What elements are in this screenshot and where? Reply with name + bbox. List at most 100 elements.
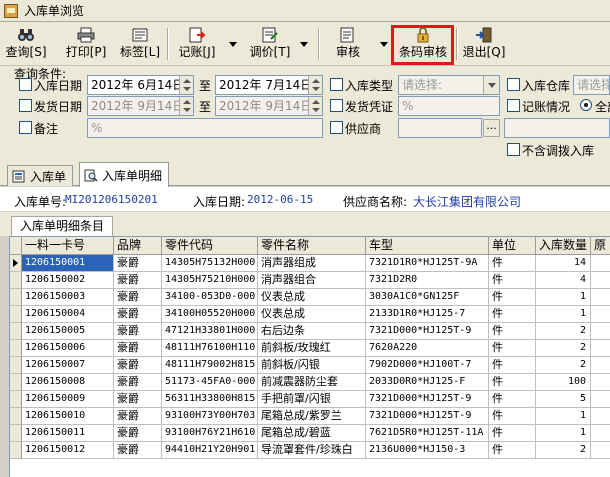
chevron-down-icon[interactable] — [483, 76, 499, 94]
table-cell — [591, 289, 610, 306]
table-row[interactable]: 1206150005 豪爵 47121H33801H000 右后边条 7321D000*… — [10, 323, 610, 340]
table-cell — [591, 374, 610, 391]
price-adjust-button[interactable]: 调价[T] — [246, 24, 294, 64]
spin-icon[interactable] — [179, 76, 193, 94]
table-cell: 2136U000*HJ150-3 — [366, 442, 489, 459]
print-button[interactable]: 打印[P] — [63, 24, 109, 64]
toolbar: 查询[S] 打印[P] 标签[L] 记账[J] 调价[T] 审核 条码审核 退出… — [0, 22, 610, 66]
column-header[interactable]: 一料一卡号 — [22, 237, 114, 255]
table-row[interactable]: 1206150010 豪爵 93100H73Y00H703 尾箱总成/紫罗兰 7321D… — [10, 408, 610, 425]
spin-icon[interactable] — [179, 97, 193, 115]
detail-grid[interactable]: 一料一卡号 品牌 零件代码 零件名称 车型 单位 入库数量原 1206150001 豪爵 143… — [9, 236, 610, 477]
table-cell: 4 — [536, 272, 591, 289]
table-cell: 尾箱总成/紫罗兰 — [258, 408, 366, 425]
table-row[interactable]: 1206150012 豪爵 94410H21Y20H901 导流罩套件/珍珠白 2136… — [10, 442, 610, 459]
ship-voucher-field[interactable]: % — [398, 96, 500, 116]
in-type-select[interactable]: 请选择: — [398, 75, 500, 95]
table-cell: 48111H76100H110 — [162, 340, 258, 357]
table-cell: 前减震器防尘套 — [258, 374, 366, 391]
post-button[interactable]: 记账[J] — [173, 24, 221, 64]
tab-detail-items[interactable]: 入库单明细条目 — [11, 216, 114, 236]
table-cell: 51173-45FA0-000 — [162, 374, 258, 391]
table-row[interactable]: 1206150009 豪爵 56311H33800H815 手把前罩/闪银 7321D0… — [10, 391, 610, 408]
audit-dropdown-icon[interactable] — [380, 42, 388, 47]
row-indicator[interactable] — [10, 391, 22, 408]
label-button[interactable]: 标签[L] — [117, 24, 163, 64]
post-status-all-radio[interactable] — [580, 99, 592, 111]
table-cell — [591, 408, 610, 425]
table-cell: 48111H79002H815 — [162, 357, 258, 374]
row-indicator[interactable] — [10, 425, 22, 442]
spin-icon[interactable] — [308, 97, 322, 115]
table-row[interactable]: 1206150001 豪爵 14305H75132H000 消声器组成 7321D1R0… — [10, 255, 610, 272]
table-cell: 7902D000*HJ100T-7 — [366, 357, 489, 374]
spin-icon[interactable] — [308, 76, 322, 94]
post-status-checkbox[interactable] — [507, 99, 520, 112]
column-header[interactable]: 品牌 — [114, 237, 162, 255]
supplier-checkbox[interactable] — [330, 121, 343, 134]
table-row[interactable]: 1206150011 豪爵 93100H76Y21H610 尾箱总成/碧蓝 7621D5… — [10, 425, 610, 442]
exit-door-icon — [475, 27, 493, 43]
column-header[interactable]: 车型 — [366, 237, 489, 255]
ship-date-from-field[interactable]: 2012年 9月14日 — [87, 96, 194, 116]
table-row[interactable]: 1206150008 豪爵 51173-45FA0-000 前减震器防尘套 2033D0… — [10, 374, 610, 391]
exit-button[interactable]: 退出[Q] — [461, 24, 507, 64]
row-indicator[interactable] — [10, 442, 22, 459]
table-row[interactable]: 1206150002 豪爵 14305H75210H000 消声器组合 7321D2R0… — [10, 272, 610, 289]
column-header[interactable]: 入库数量 — [536, 237, 591, 255]
ship-voucher-checkbox[interactable] — [330, 99, 343, 112]
row-indicator[interactable] — [10, 289, 22, 306]
table-cell: 1206150011 — [22, 425, 114, 442]
query-button[interactable]: 查询[S] — [6, 24, 47, 64]
table-cell: 7321D000*HJ125T-9 — [366, 408, 489, 425]
column-header[interactable]: 零件名称 — [258, 237, 366, 255]
supplier-name-field — [504, 118, 610, 138]
supplier-lookup-button[interactable]: ... — [483, 119, 500, 137]
row-indicator[interactable] — [10, 272, 22, 289]
row-indicator[interactable] — [10, 306, 22, 323]
exclude-transfer-checkbox[interactable] — [507, 143, 520, 156]
column-header[interactable]: 原 — [591, 237, 610, 255]
row-indicator[interactable] — [10, 340, 22, 357]
grid-corner — [10, 237, 22, 255]
remark-field[interactable]: % — [87, 118, 323, 138]
row-indicator[interactable] — [10, 255, 22, 272]
row-indicator[interactable] — [10, 408, 22, 425]
tab-inbound-detail[interactable]: 入库单明细 — [79, 162, 170, 187]
table-cell: 1206150010 — [22, 408, 114, 425]
table-row[interactable]: 1206150006 豪爵 48111H76100H110 前斜板/玫瑰红 7620A2… — [10, 340, 610, 357]
in-date-to-field[interactable]: 2012年 7月14日 — [215, 75, 323, 95]
table-cell: 7321D000*HJ125T-9 — [366, 323, 489, 340]
exclude-transfer-label: 不含调拨入库 — [522, 144, 595, 158]
tab-inbound-order[interactable]: 入库单 — [7, 165, 74, 186]
table-row[interactable]: 1206150003 豪爵 34100-053D0-000 仪表总成 3030A1C0*… — [10, 289, 610, 306]
ship-date-to-field[interactable]: 2012年 9月14日 — [215, 96, 323, 116]
audit-button[interactable]: 审核 — [333, 24, 363, 64]
table-cell: 5 — [536, 391, 591, 408]
table-cell: 件 — [489, 255, 536, 272]
in-warehouse-select[interactable]: 请选择 — [573, 75, 610, 95]
table-row[interactable]: 1206150004 豪爵 34100H05520H000 仪表总成 2133D1R0*… — [10, 306, 610, 323]
table-row[interactable]: 1206150007 豪爵 48111H79002H815 前斜板/闪银 7902D00… — [10, 357, 610, 374]
table-cell: 100 — [536, 374, 591, 391]
table-cell: 7620A220 — [366, 340, 489, 357]
price-dropdown-icon[interactable] — [300, 42, 308, 47]
in-date-from-field[interactable]: 2012年 6月14日 — [87, 75, 194, 95]
row-indicator[interactable] — [10, 374, 22, 391]
column-header[interactable]: 单位 — [489, 237, 536, 255]
remark-checkbox[interactable] — [19, 121, 32, 134]
post-dropdown-icon[interactable] — [229, 42, 237, 47]
row-indicator[interactable] — [10, 323, 22, 340]
ship-date-checkbox[interactable] — [19, 99, 32, 112]
order-no-value: MI201206150201 — [65, 193, 158, 206]
table-cell: 豪爵 — [114, 255, 162, 272]
in-type-checkbox[interactable] — [330, 78, 343, 91]
in-date-checkbox[interactable] — [19, 78, 32, 91]
column-header[interactable]: 零件代码 — [162, 237, 258, 255]
printer-icon — [77, 27, 95, 43]
row-indicator[interactable] — [10, 357, 22, 374]
supplier-field[interactable] — [398, 118, 482, 138]
table-cell: 7321D1R0*HJ125T-9A — [366, 255, 489, 272]
in-warehouse-checkbox[interactable] — [507, 78, 520, 91]
table-cell: 豪爵 — [114, 374, 162, 391]
